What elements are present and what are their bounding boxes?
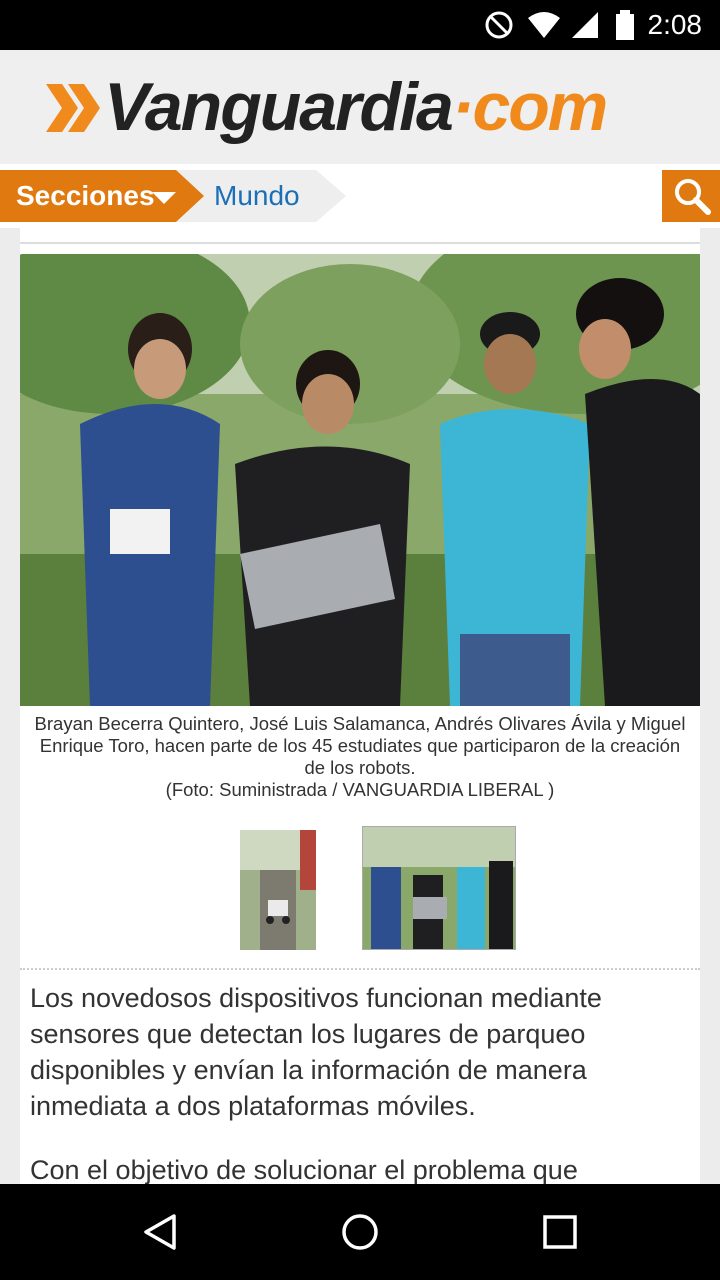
caption-line-2: Enrique Toro, hacen parte de los 45 estu… — [39, 735, 681, 756]
site-logo[interactable]: Vanguardia·com — [42, 68, 682, 148]
site-header: Vanguardia·com — [0, 50, 720, 164]
section-nav: Mundo Secciones — [0, 164, 720, 228]
caret-down-icon — [152, 192, 176, 204]
sections-menu-button[interactable]: Secciones — [0, 170, 204, 222]
home-circle-icon[interactable] — [340, 1212, 380, 1252]
divider — [20, 242, 700, 244]
divider-dotted — [20, 968, 700, 970]
battery-icon — [616, 10, 634, 40]
photo-caption: Brayan Becerra Quintero, José Luis Salam… — [20, 713, 700, 801]
gallery-thumbnail-1[interactable] — [240, 830, 316, 950]
logo-main: Vanguardia — [104, 69, 454, 145]
signal-icon — [572, 12, 598, 38]
article-photo[interactable] — [20, 254, 700, 706]
status-bar: 2:08 — [0, 0, 720, 50]
search-button[interactable] — [662, 170, 720, 222]
logo-dot: · — [451, 69, 475, 145]
wifi-icon — [528, 12, 560, 38]
do-not-disturb-icon — [485, 11, 513, 39]
caption-credit: (Foto: Suministrada / VANGUARDIA LIBERAL… — [165, 779, 555, 800]
sections-menu-label: Secciones — [16, 180, 155, 211]
status-time: 2:08 — [647, 9, 703, 40]
article-paragraph: Los novedosos dispositivos funcionan med… — [30, 983, 602, 1121]
article-paragraph: Con el objetivo de solucionar el problem… — [30, 1155, 578, 1184]
system-navigation-bar — [0, 1184, 720, 1280]
caption-line-1: Brayan Becerra Quintero, José Luis Salam… — [34, 713, 686, 734]
logo-suffix: com — [472, 69, 608, 145]
search-icon — [675, 179, 711, 215]
back-triangle-icon[interactable] — [140, 1212, 180, 1252]
article-content: Brayan Becerra Quintero, José Luis Salam… — [0, 228, 720, 1184]
recents-square-icon[interactable] — [542, 1214, 578, 1250]
breadcrumb-current-label: Mundo — [214, 180, 300, 211]
caption-line-3: de los robots. — [304, 757, 416, 778]
chevrons-logo-icon — [46, 84, 100, 132]
logo-wordmark: Vanguardia·com — [104, 68, 608, 146]
article-card: Brayan Becerra Quintero, José Luis Salam… — [20, 228, 700, 1184]
gallery-thumbnail-2[interactable] — [362, 826, 516, 950]
